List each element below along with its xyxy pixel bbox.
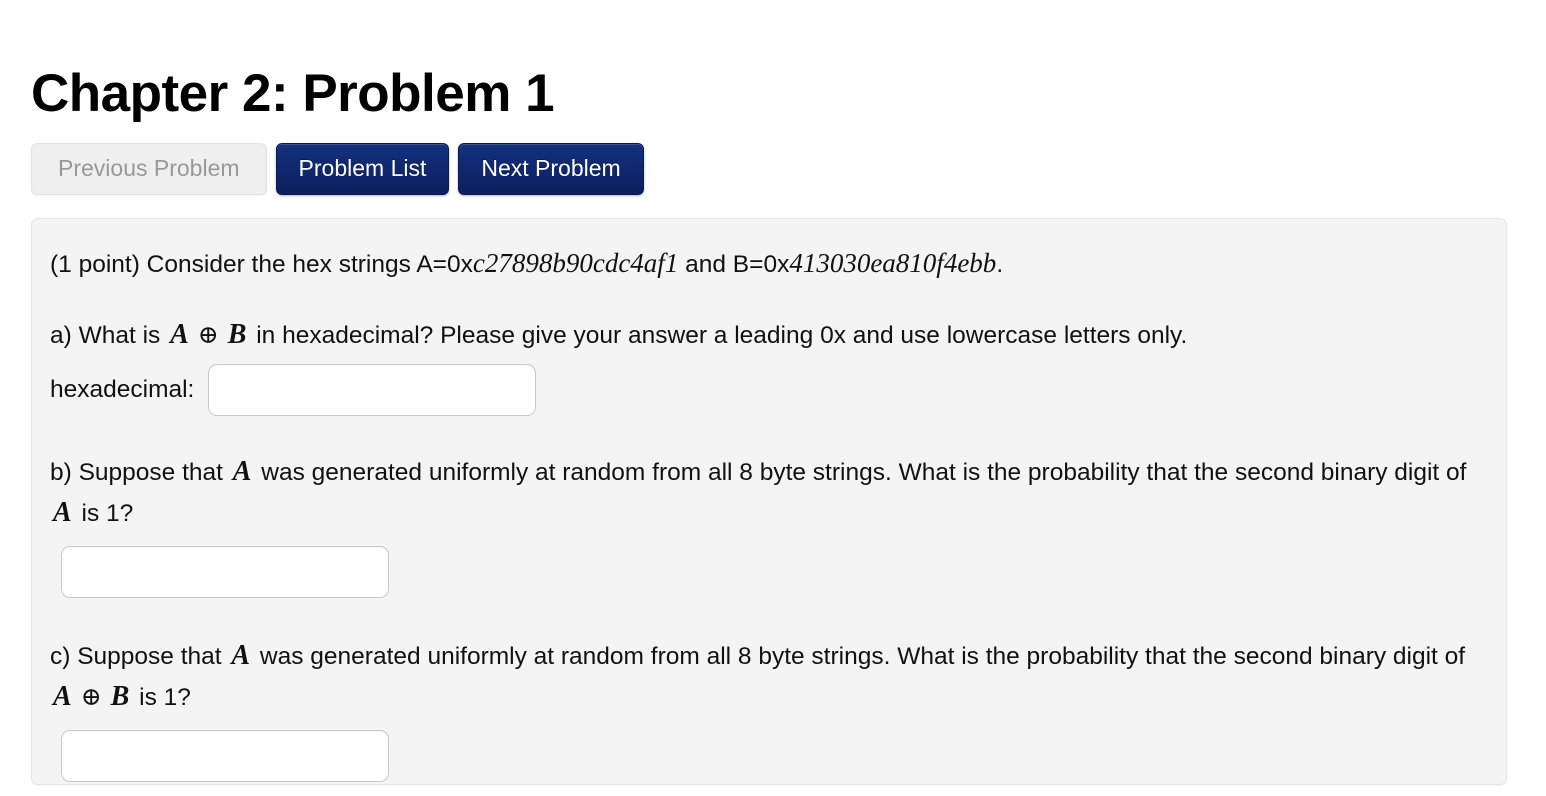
xor-operator-icon-c: ⊕ [80,684,102,711]
part-a-answer-row: hexadecimal: [50,364,1474,416]
part-c-variable-a1: A [231,640,251,671]
part-a-answer-input[interactable] [208,364,537,416]
problem-part-a: a) What is A ⊕ B in hexadecimal? Please gi… [50,315,1474,416]
part-a-prefix: a) What is [50,322,168,349]
part-c-mid: was generated uniformly at random from a… [253,643,1466,670]
problem-navigation: Previous Problem Problem List Next Probl… [31,143,644,195]
part-a-suffix: in hexadecimal? Please give your answer … [249,322,1188,349]
hex-string-a: c27898b90cdc4af1 [472,248,679,278]
part-c-answer-input[interactable] [61,730,389,782]
page-title: Chapter 2: Problem 1 [31,63,555,123]
problem-body-panel: (1 point) Consider the hex strings A=0xc… [31,218,1507,785]
part-a-question: a) What is A ⊕ B in hexadecimal? Please gi… [50,315,1474,356]
problem-part-b: b) Suppose that A was generated uniforml… [50,452,1474,598]
intro-end-punct: . [996,251,1004,278]
part-b-prefix: b) Suppose that [50,459,230,486]
part-c-prefix: c) Suppose that [50,643,229,670]
part-b-suffix: is 1? [74,500,134,527]
part-c-question: c) Suppose that A was generated uniforml… [50,636,1474,718]
part-b-question: b) Suppose that A was generated uniforml… [50,452,1474,534]
part-b-answer-input[interactable] [61,546,389,598]
problem-page: Chapter 2: Problem 1 Previous Problem Pr… [0,0,1546,796]
intro-mid-text: and B=0x [678,251,790,278]
problem-statement-intro: (1 point) Consider the hex strings A=0xc… [50,243,1474,285]
xor-operator-icon: ⊕ [197,322,219,349]
hexadecimal-label: hexadecimal: [50,376,195,403]
previous-problem-button[interactable]: Previous Problem [31,143,267,195]
part-a-variable-a: A [170,319,189,350]
part-a-variable-b: B [227,319,247,350]
part-c-suffix: is 1? [132,684,191,711]
part-b-variable-a2: A [53,497,72,528]
part-c-variable-b: B [110,681,130,712]
part-b-mid: was generated uniformly at random from a… [254,459,1467,486]
problem-part-c: c) Suppose that A was generated uniforml… [50,636,1474,782]
problem-list-button[interactable]: Problem List [275,143,450,195]
part-c-variable-a2: A [53,681,72,712]
points-intro-text: (1 point) Consider the hex strings A=0x [50,251,473,278]
next-problem-button[interactable]: Next Problem [458,143,644,195]
hex-string-b: 413030ea810f4ebb [789,248,997,278]
part-b-variable-a1: A [232,456,252,487]
